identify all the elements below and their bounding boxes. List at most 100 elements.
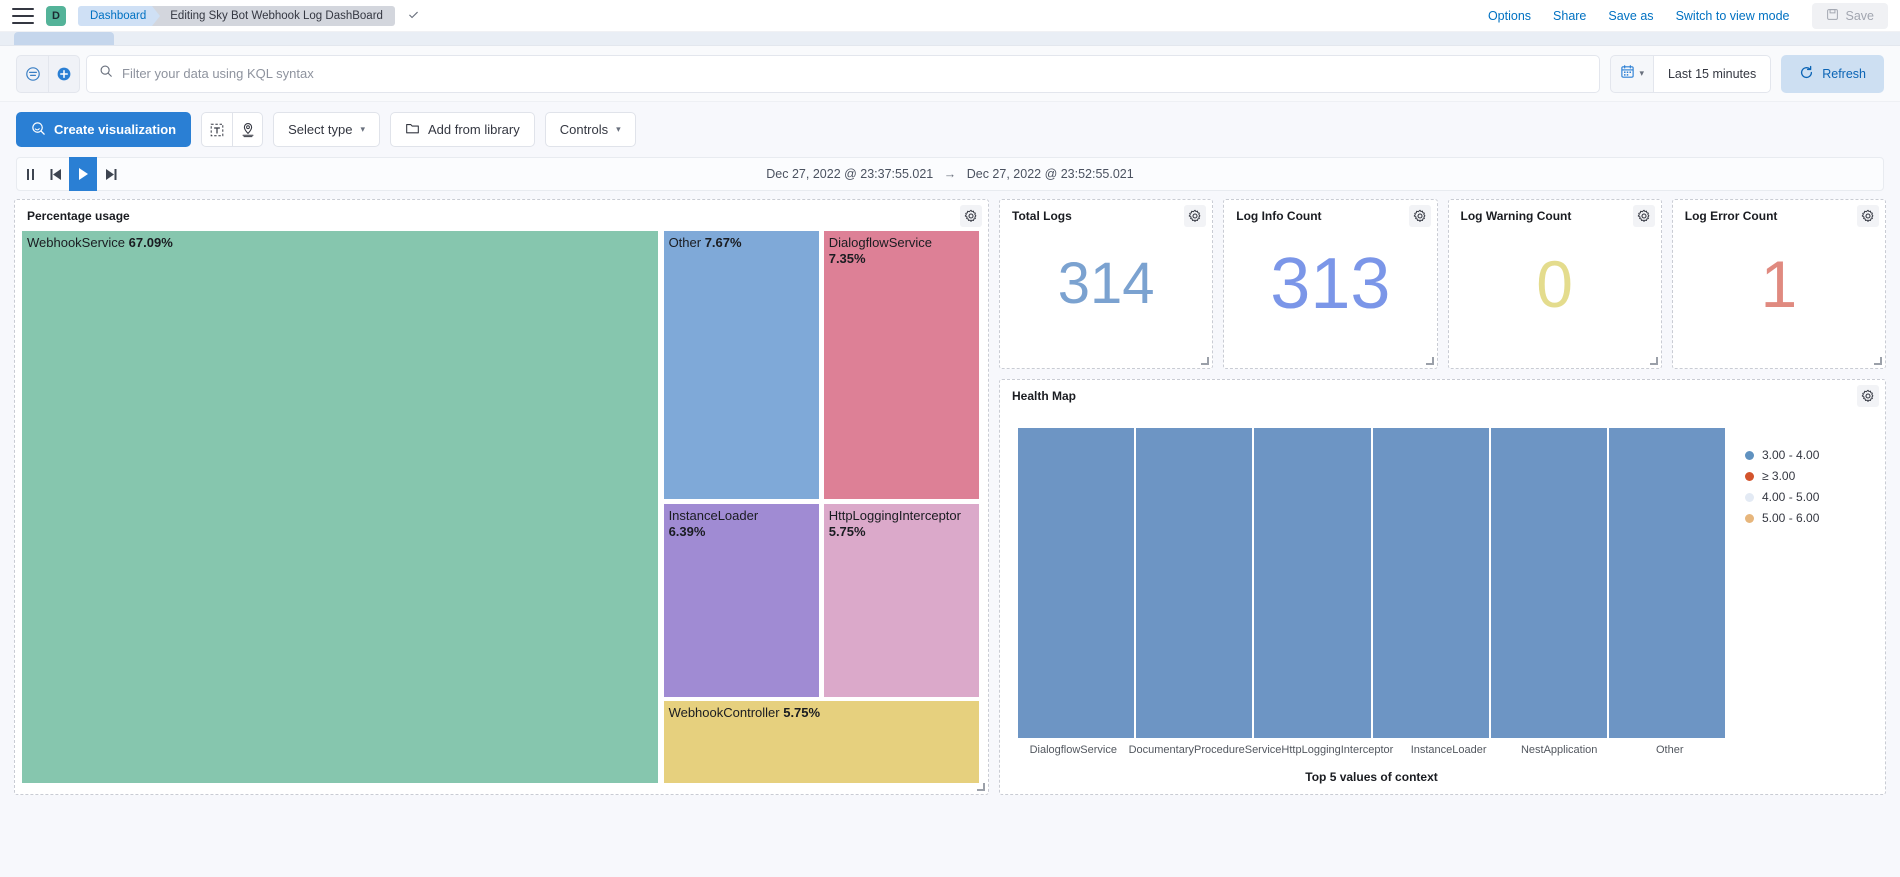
treemap-cell-label: DialogflowService 7.35% [828,235,933,266]
panel-resize-handle[interactable] [1201,357,1210,365]
panel-log-warning-count[interactable]: Log Warning Count 0 [1447,199,1662,369]
controls-button[interactable]: Controls ▾ [544,112,636,147]
add-filter-icon[interactable] [48,54,80,93]
panel-title: Total Logs [1012,209,1072,223]
metric-value: 0 [1536,247,1573,321]
heatmap-chart[interactable]: DialogflowService DocumentaryProcedureSer… [1000,410,1737,794]
select-type-button[interactable]: Select type ▾ [273,112,380,147]
legend-item[interactable]: 4.00 - 5.00 [1745,490,1885,504]
header-actions: Options Share Save as Switch to view mod… [1488,2,1888,29]
tab-strip-divider [0,45,1900,46]
refresh-button[interactable]: Refresh [1781,54,1884,93]
legend-item[interactable]: ≥ 3.00 [1745,469,1885,483]
create-visualization-button[interactable]: Create visualization [16,112,192,147]
add-map-icon[interactable] [232,112,264,147]
health-map-body: DialogflowService DocumentaryProcedureSer… [1000,410,1885,794]
panel-percentage-usage[interactable]: Percentage usage WebhookService 67.09% Ot… [14,199,989,795]
heatmap-cell[interactable] [1490,428,1607,738]
heatmap-cell[interactable] [1254,428,1371,738]
heatmap-cells[interactable] [1018,428,1726,738]
metric-value: 313 [1270,244,1391,324]
lens-icon [31,121,46,139]
heatmap-x-axis-title: Top 5 values of context [1305,770,1438,784]
treemap-cell[interactable]: Other 7.67% [662,230,820,501]
tab-active[interactable] [14,32,114,46]
heatmap-cell[interactable] [1136,428,1253,738]
refresh-icon [1799,65,1814,83]
heatmap-legend: 3.00 - 4.00 ≥ 3.00 4.00 - 5.00 5.00 - 6.00 [1737,410,1885,794]
save-button[interactable]: Save [1811,2,1888,29]
heatmap-cell[interactable] [1608,428,1726,738]
metrics-row: Total Logs 314 Log Info Count 313 Log Wa… [999,199,1886,369]
legend-color-dot [1745,471,1754,481]
save-as-button[interactable]: Save as [1608,9,1653,23]
gear-icon[interactable] [1632,205,1655,227]
chevron-down-icon: ▾ [1639,68,1644,78]
treemap-chart[interactable]: WebhookService 67.09% Other 7.67% Dialogfl… [21,230,980,784]
create-visualization-label: Create visualization [54,122,177,137]
gear-icon[interactable] [1857,205,1879,227]
panel-title: Log Warning Count [1460,209,1572,223]
add-text-icon[interactable] [201,112,233,147]
panel-total-logs[interactable]: Total Logs 314 [999,199,1214,369]
breadcrumb-current[interactable]: Editing Sky Bot Webhook Log DashBoard [152,5,395,26]
refresh-label: Refresh [1822,66,1866,81]
date-quick-select-button[interactable]: ▾ [1610,54,1653,93]
arrow-right-icon: → [943,167,957,181]
panel-title: Log Info Count [1236,209,1322,223]
filter-options-icon[interactable] [16,54,48,93]
search-input-wrapper[interactable] [86,54,1601,93]
heatmap-cell[interactable] [1372,428,1489,738]
legend-item[interactable]: 3.00 - 4.00 [1745,448,1885,462]
panel-resize-handle[interactable] [1649,357,1658,365]
panel-log-error-count[interactable]: Log Error Count 1 [1671,199,1886,369]
metric-value: 1 [1760,247,1798,321]
panel-health-map[interactable]: Health Map DialogflowService DocumentaryP… [999,379,1886,795]
legend-label: 3.00 - 4.00 [1762,448,1820,462]
treemap-cell[interactable]: WebhookController 5.75% [662,700,980,784]
treemap-cell[interactable]: HttpLoggingInterceptor 5.75% [822,503,980,699]
gear-icon[interactable] [1408,205,1431,227]
heatmap-x-axis-labels: DialogflowService DocumentaryProcedureSer… [1018,744,1725,756]
share-button[interactable]: Share [1553,9,1586,23]
hamburger-icon[interactable] [12,7,34,24]
save-disk-icon [1826,8,1839,24]
time-slider-range: Dec 27, 2022 @ 23:37:55.021 → Dec 27, 20… [17,167,1883,181]
breadcrumb-dashboard[interactable]: Dashboard [78,5,161,26]
heatmap-x-label: HttpLoggingInterceptor [1281,744,1394,756]
breadcrumb: Dashboard Editing Sky Bot Webhook Log Da… [78,5,420,26]
treemap-cell[interactable]: WebhookService 67.09% [21,230,659,784]
heatmap-x-label: InstanceLoader [1410,744,1487,756]
add-from-library-label: Add from library [427,122,520,137]
gear-icon[interactable] [1857,385,1879,407]
treemap-cell-label: WebhookController 5.75% [668,705,821,721]
legend-label: 5.00 - 6.00 [1762,511,1820,525]
space-avatar[interactable]: D [46,5,66,26]
top-header: D Dashboard Editing Sky Bot Webhook Log … [0,0,1900,32]
query-bar: ▾ Last 15 minutes Refresh [0,46,1900,102]
select-type-label: Select type [288,122,353,137]
search-input[interactable] [122,66,1588,81]
treemap-cell[interactable]: InstanceLoader 6.39% [662,503,820,699]
treemap-cell[interactable]: DialogflowService 7.35% [822,230,980,501]
legend-color-dot [1745,492,1754,502]
gear-icon[interactable] [1184,205,1207,227]
options-button[interactable]: Options [1488,9,1531,23]
check-icon [407,8,420,24]
legend-color-dot [1745,513,1754,523]
gear-icon[interactable] [960,205,982,227]
time-range-button[interactable]: Last 15 minutes [1652,54,1772,93]
panel-resize-handle[interactable] [977,783,985,791]
add-from-library-button[interactable]: Add from library [389,112,535,147]
panel-resize-handle[interactable] [1425,357,1434,365]
heatmap-cell[interactable] [1018,428,1135,738]
treemap-cell-label: WebhookService 67.09% [27,235,173,250]
time-picker: ▾ Last 15 minutes [1610,54,1772,93]
panel-resize-handle[interactable] [1874,357,1882,365]
legend-item[interactable]: 5.00 - 6.00 [1745,511,1885,525]
time-range-to: Dec 27, 2022 @ 23:52:55.021 [966,167,1134,181]
metric-value: 314 [1057,251,1155,316]
switch-view-mode-button[interactable]: Switch to view mode [1676,9,1790,23]
panel-log-info-count[interactable]: Log Info Count 313 [1223,199,1438,369]
tab-strip [0,32,1900,46]
